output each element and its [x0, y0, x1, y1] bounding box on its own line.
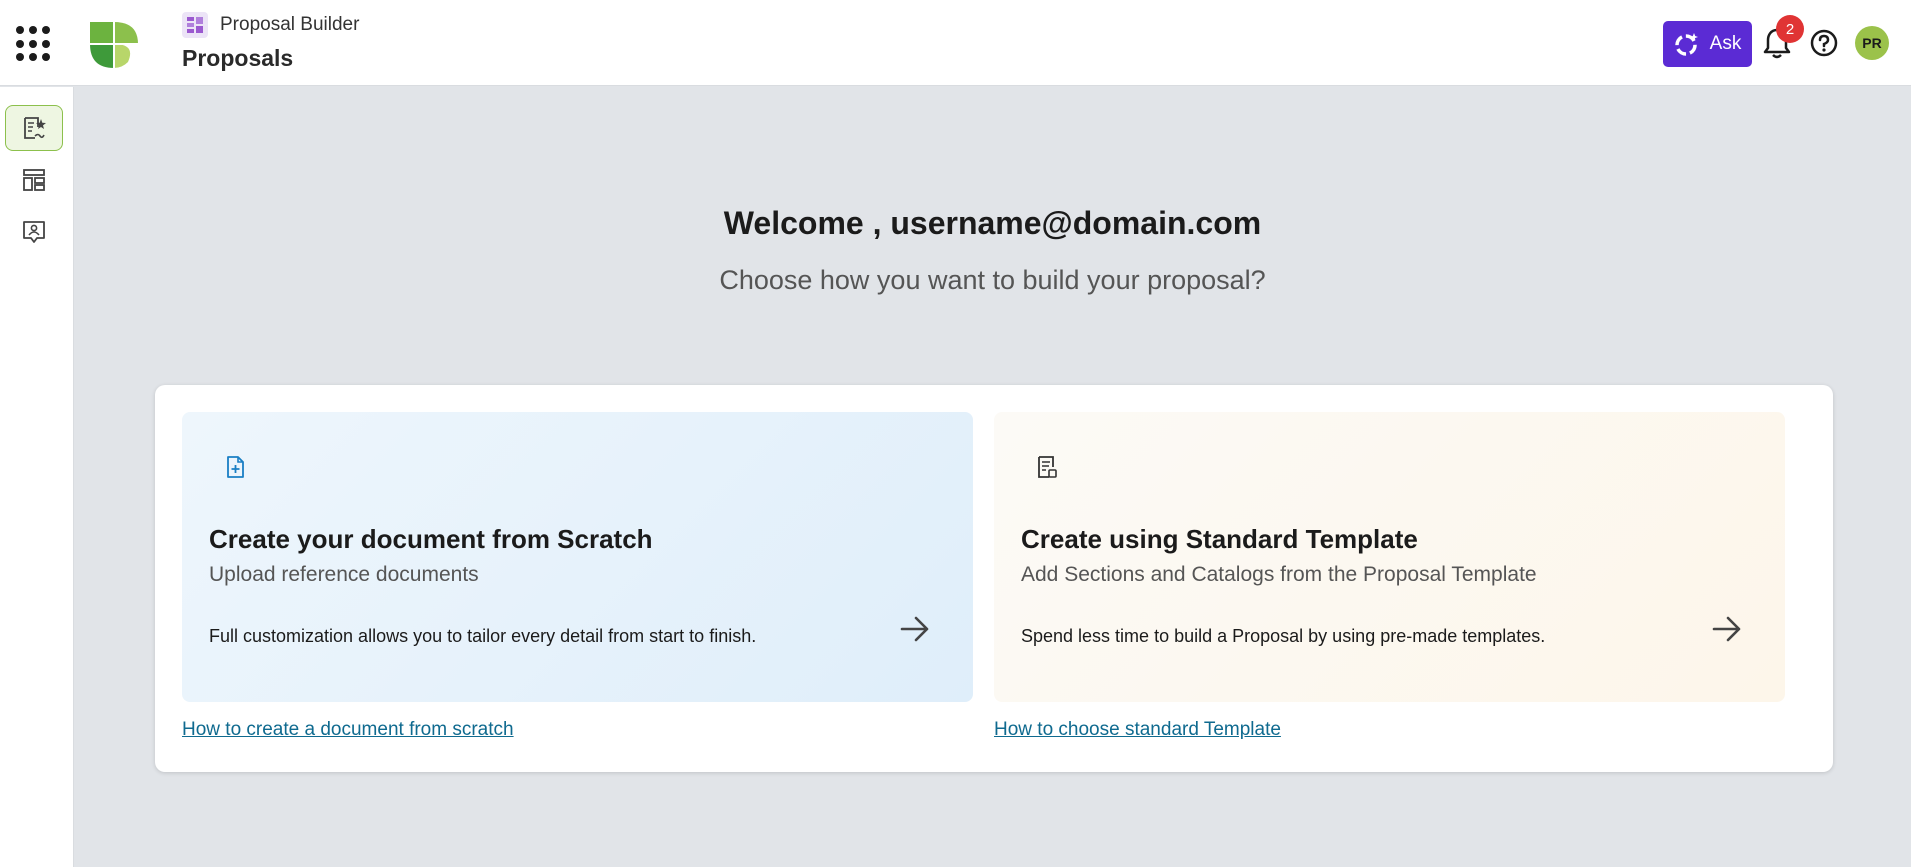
left-sidebar	[0, 87, 74, 867]
company-logo[interactable]	[88, 18, 140, 70]
arrow-right-icon[interactable]	[898, 612, 932, 646]
top-header: Proposal Builder Proposals Ask 2 PR	[0, 0, 1911, 86]
how-to-scratch-link[interactable]: How to create a document from scratch	[182, 719, 514, 741]
sidebar-item-contacts[interactable]	[5, 209, 63, 255]
ask-button[interactable]: Ask	[1663, 21, 1752, 67]
create-from-scratch-card[interactable]: Create your document from Scratch Upload…	[182, 412, 973, 702]
welcome-heading: Welcome , username@domain.com	[723, 205, 1262, 241]
app-name: Proposal Builder	[220, 14, 360, 35]
sidebar-item-proposals[interactable]	[5, 105, 63, 151]
card-subtitle: Upload reference documents	[209, 563, 479, 586]
proposal-builder-icon	[182, 12, 208, 38]
user-avatar[interactable]: PR	[1855, 26, 1889, 60]
layout-templates-icon	[23, 169, 45, 191]
card-description: Spend less time to build a Proposal by u…	[1021, 626, 1546, 646]
page-title: Proposals	[182, 45, 294, 71]
file-add-icon	[227, 456, 244, 478]
proposal-create-icon	[24, 117, 46, 139]
ask-label: Ask	[1709, 33, 1742, 54]
how-to-template-link[interactable]: How to choose standard Template	[994, 719, 1281, 741]
card-title: Create your document from Scratch	[209, 524, 653, 554]
welcome-subtitle: Choose how you want to build your propos…	[719, 265, 1266, 295]
card-description: Full customization allows you to tailor …	[209, 626, 757, 646]
contact-card-icon	[23, 221, 45, 243]
options-panel: Create your document from Scratch Upload…	[155, 385, 1833, 772]
ai-sparkle-icon	[1674, 33, 1698, 56]
card-subtitle: Add Sections and Catalogs from the Propo…	[1021, 563, 1537, 586]
standard-template-card[interactable]: Create using Standard Template Add Secti…	[994, 412, 1785, 702]
help-icon[interactable]	[1809, 28, 1839, 58]
template-document-icon	[1038, 456, 1057, 478]
sidebar-item-templates[interactable]	[5, 157, 63, 203]
arrow-right-icon[interactable]	[1710, 612, 1744, 646]
notification-badge: 2	[1776, 15, 1804, 43]
app-name-row: Proposal Builder	[182, 12, 359, 38]
card-title: Create using Standard Template	[1021, 524, 1418, 554]
apps-grid-icon[interactable]	[16, 26, 52, 62]
